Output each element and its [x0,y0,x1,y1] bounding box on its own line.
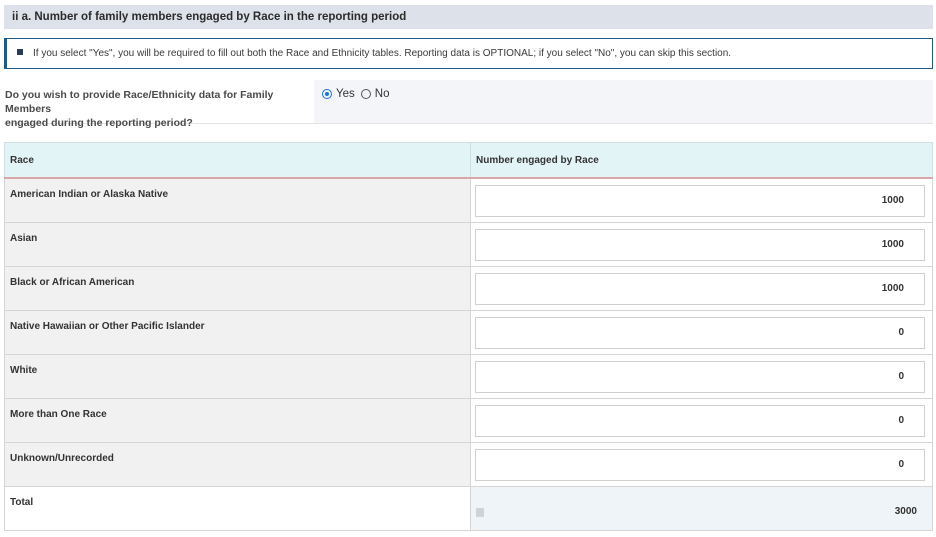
total-row: Total 3000 [4,485,933,531]
race-label: Unknown/Unrecorded [4,441,471,487]
number-input[interactable]: 1000 [475,272,925,305]
yes-no-radio-group: Yes No [322,88,395,100]
number-input[interactable]: 1000 [475,185,925,217]
race-label: Native Hawaiian or Other Pacific Islande… [4,309,471,355]
race-label: American Indian or Alaska Native [4,177,471,223]
number-cell: 0 [470,309,933,355]
number-cell: 1000 [470,265,933,311]
number-cell: 0 [470,441,933,487]
number-cell: 1000 [470,177,933,223]
info-square-icon [17,49,23,56]
table-row: Unknown/Unrecorded 0 [4,441,933,487]
table-row: White 0 [4,353,933,399]
race-label: Asian [4,221,471,267]
number-cell: 0 [470,397,933,443]
radio-area: Yes No [314,80,933,123]
number-input[interactable]: 0 [475,448,925,481]
number-cell: 1000 [470,221,933,267]
table-row: More than One Race 0 [4,397,933,443]
number-input[interactable]: 0 [475,316,925,349]
number-input[interactable]: 0 [475,360,925,393]
radio-no-label[interactable]: No [375,88,390,100]
number-cell: 0 [470,353,933,399]
info-banner: If you select "Yes", you will be require… [4,38,933,69]
total-cell: 3000 [470,485,933,531]
column-header-race: Race [4,142,471,179]
race-label: White [4,353,471,399]
table-row: Asian 1000 [4,221,933,267]
section-title: ii a. Number of family members engaged b… [4,5,933,29]
total-label: Total [4,485,471,531]
table-row: American Indian or Alaska Native 1000 [4,177,933,223]
table-row: Black or African American 1000 [4,265,933,311]
race-label: Black or African American [4,265,471,311]
calculator-icon [476,507,484,517]
table-row: Native Hawaiian or Other Pacific Islande… [4,309,933,355]
column-header-number: Number engaged by Race [470,142,933,179]
radio-yes[interactable] [322,89,332,99]
question-row: Do you wish to provide Race/Ethnicity da… [4,80,933,129]
total-value: 3000 [894,505,917,517]
race-label: More than One Race [4,397,471,443]
question-line-1: Do you wish to provide Race/Ethnicity da… [5,89,274,115]
question-line-2: engaged during the reporting period? [5,117,193,129]
number-input[interactable]: 1000 [475,228,925,261]
radio-yes-label[interactable]: Yes [336,88,355,100]
question-text: Do you wish to provide Race/Ethnicity da… [5,88,305,130]
radio-no[interactable] [360,89,371,99]
table-header-row: Race Number engaged by Race [4,142,933,179]
info-text: If you select "Yes", you will be require… [33,48,732,59]
number-input[interactable]: 0 [475,404,925,437]
race-table: Race Number engaged by Race American Ind… [4,142,933,531]
